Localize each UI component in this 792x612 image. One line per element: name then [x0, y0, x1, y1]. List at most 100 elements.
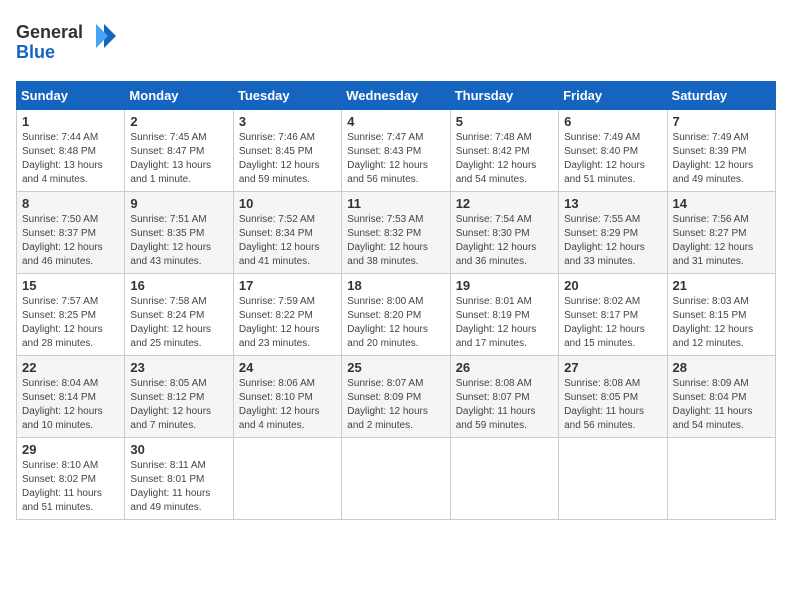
day-info: Sunrise: 7:46 AM Sunset: 8:45 PM Dayligh…	[239, 131, 336, 187]
day-info: Sunrise: 8:03 AM Sunset: 8:15 PM Dayligh…	[673, 295, 770, 351]
day-cell: 20 Sunrise: 8:02 AM Sunset: 8:17 PM Dayl…	[559, 274, 667, 356]
day-cell: 6 Sunrise: 7:49 AM Sunset: 8:40 PM Dayli…	[559, 110, 667, 192]
logo-text: General Blue	[16, 16, 126, 69]
day-number: 27	[564, 360, 661, 375]
day-info: Sunrise: 7:53 AM Sunset: 8:32 PM Dayligh…	[347, 213, 444, 269]
header-cell-thursday: Thursday	[450, 82, 558, 110]
day-number: 13	[564, 196, 661, 211]
day-number: 9	[130, 196, 227, 211]
header-cell-sunday: Sunday	[17, 82, 125, 110]
day-info: Sunrise: 8:07 AM Sunset: 8:09 PM Dayligh…	[347, 377, 444, 433]
header-cell-wednesday: Wednesday	[342, 82, 450, 110]
day-cell: 26 Sunrise: 8:08 AM Sunset: 8:07 PM Dayl…	[450, 356, 558, 438]
header: General Blue	[16, 16, 776, 69]
day-number: 22	[22, 360, 119, 375]
day-info: Sunrise: 8:00 AM Sunset: 8:20 PM Dayligh…	[347, 295, 444, 351]
header-cell-monday: Monday	[125, 82, 233, 110]
day-cell: 28 Sunrise: 8:09 AM Sunset: 8:04 PM Dayl…	[667, 356, 775, 438]
day-number: 15	[22, 278, 119, 293]
header-row: SundayMondayTuesdayWednesdayThursdayFrid…	[17, 82, 776, 110]
calendar-table: SundayMondayTuesdayWednesdayThursdayFrid…	[16, 81, 776, 520]
day-cell: 17 Sunrise: 7:59 AM Sunset: 8:22 PM Dayl…	[233, 274, 341, 356]
day-info: Sunrise: 7:57 AM Sunset: 8:25 PM Dayligh…	[22, 295, 119, 351]
day-number: 8	[22, 196, 119, 211]
day-info: Sunrise: 7:59 AM Sunset: 8:22 PM Dayligh…	[239, 295, 336, 351]
day-info: Sunrise: 7:58 AM Sunset: 8:24 PM Dayligh…	[130, 295, 227, 351]
day-cell: 9 Sunrise: 7:51 AM Sunset: 8:35 PM Dayli…	[125, 192, 233, 274]
day-info: Sunrise: 7:49 AM Sunset: 8:40 PM Dayligh…	[564, 131, 661, 187]
day-info: Sunrise: 7:52 AM Sunset: 8:34 PM Dayligh…	[239, 213, 336, 269]
day-cell: 14 Sunrise: 7:56 AM Sunset: 8:27 PM Dayl…	[667, 192, 775, 274]
day-info: Sunrise: 8:10 AM Sunset: 8:02 PM Dayligh…	[22, 459, 119, 515]
week-row-1: 1 Sunrise: 7:44 AM Sunset: 8:48 PM Dayli…	[17, 110, 776, 192]
day-info: Sunrise: 7:47 AM Sunset: 8:43 PM Dayligh…	[347, 131, 444, 187]
day-cell: 10 Sunrise: 7:52 AM Sunset: 8:34 PM Dayl…	[233, 192, 341, 274]
day-info: Sunrise: 8:02 AM Sunset: 8:17 PM Dayligh…	[564, 295, 661, 351]
day-cell: 22 Sunrise: 8:04 AM Sunset: 8:14 PM Dayl…	[17, 356, 125, 438]
day-number: 6	[564, 114, 661, 129]
day-cell: 16 Sunrise: 7:58 AM Sunset: 8:24 PM Dayl…	[125, 274, 233, 356]
day-cell: 29 Sunrise: 8:10 AM Sunset: 8:02 PM Dayl…	[17, 438, 125, 520]
day-info: Sunrise: 8:08 AM Sunset: 8:07 PM Dayligh…	[456, 377, 553, 433]
day-info: Sunrise: 7:51 AM Sunset: 8:35 PM Dayligh…	[130, 213, 227, 269]
day-info: Sunrise: 8:05 AM Sunset: 8:12 PM Dayligh…	[130, 377, 227, 433]
header-cell-tuesday: Tuesday	[233, 82, 341, 110]
day-cell: 8 Sunrise: 7:50 AM Sunset: 8:37 PM Dayli…	[17, 192, 125, 274]
day-info: Sunrise: 7:55 AM Sunset: 8:29 PM Dayligh…	[564, 213, 661, 269]
day-cell: 18 Sunrise: 8:00 AM Sunset: 8:20 PM Dayl…	[342, 274, 450, 356]
day-cell: 11 Sunrise: 7:53 AM Sunset: 8:32 PM Dayl…	[342, 192, 450, 274]
day-info: Sunrise: 8:01 AM Sunset: 8:19 PM Dayligh…	[456, 295, 553, 351]
day-number: 1	[22, 114, 119, 129]
day-cell	[233, 438, 341, 520]
day-number: 7	[673, 114, 770, 129]
day-cell: 25 Sunrise: 8:07 AM Sunset: 8:09 PM Dayl…	[342, 356, 450, 438]
header-cell-saturday: Saturday	[667, 82, 775, 110]
day-cell: 4 Sunrise: 7:47 AM Sunset: 8:43 PM Dayli…	[342, 110, 450, 192]
day-info: Sunrise: 8:11 AM Sunset: 8:01 PM Dayligh…	[130, 459, 227, 515]
week-row-3: 15 Sunrise: 7:57 AM Sunset: 8:25 PM Dayl…	[17, 274, 776, 356]
day-info: Sunrise: 8:06 AM Sunset: 8:10 PM Dayligh…	[239, 377, 336, 433]
day-cell: 24 Sunrise: 8:06 AM Sunset: 8:10 PM Dayl…	[233, 356, 341, 438]
day-cell: 12 Sunrise: 7:54 AM Sunset: 8:30 PM Dayl…	[450, 192, 558, 274]
day-cell	[342, 438, 450, 520]
day-number: 19	[456, 278, 553, 293]
day-number: 30	[130, 442, 227, 457]
day-cell: 5 Sunrise: 7:48 AM Sunset: 8:42 PM Dayli…	[450, 110, 558, 192]
day-number: 23	[130, 360, 227, 375]
day-number: 11	[347, 196, 444, 211]
svg-text:Blue: Blue	[16, 42, 55, 62]
day-number: 28	[673, 360, 770, 375]
day-info: Sunrise: 7:56 AM Sunset: 8:27 PM Dayligh…	[673, 213, 770, 269]
day-number: 16	[130, 278, 227, 293]
day-info: Sunrise: 8:08 AM Sunset: 8:05 PM Dayligh…	[564, 377, 661, 433]
day-cell: 15 Sunrise: 7:57 AM Sunset: 8:25 PM Dayl…	[17, 274, 125, 356]
day-cell: 21 Sunrise: 8:03 AM Sunset: 8:15 PM Dayl…	[667, 274, 775, 356]
day-info: Sunrise: 7:50 AM Sunset: 8:37 PM Dayligh…	[22, 213, 119, 269]
day-info: Sunrise: 8:09 AM Sunset: 8:04 PM Dayligh…	[673, 377, 770, 433]
day-cell	[559, 438, 667, 520]
svg-text:General: General	[16, 22, 83, 42]
day-number: 20	[564, 278, 661, 293]
day-number: 2	[130, 114, 227, 129]
day-number: 17	[239, 278, 336, 293]
day-info: Sunrise: 7:45 AM Sunset: 8:47 PM Dayligh…	[130, 131, 227, 187]
logo: General Blue	[16, 16, 126, 69]
day-number: 4	[347, 114, 444, 129]
day-cell: 27 Sunrise: 8:08 AM Sunset: 8:05 PM Dayl…	[559, 356, 667, 438]
day-number: 14	[673, 196, 770, 211]
week-row-4: 22 Sunrise: 8:04 AM Sunset: 8:14 PM Dayl…	[17, 356, 776, 438]
day-info: Sunrise: 7:44 AM Sunset: 8:48 PM Dayligh…	[22, 131, 119, 187]
day-number: 5	[456, 114, 553, 129]
day-info: Sunrise: 7:49 AM Sunset: 8:39 PM Dayligh…	[673, 131, 770, 187]
day-number: 24	[239, 360, 336, 375]
day-cell: 13 Sunrise: 7:55 AM Sunset: 8:29 PM Dayl…	[559, 192, 667, 274]
day-number: 29	[22, 442, 119, 457]
day-cell: 1 Sunrise: 7:44 AM Sunset: 8:48 PM Dayli…	[17, 110, 125, 192]
day-info: Sunrise: 7:54 AM Sunset: 8:30 PM Dayligh…	[456, 213, 553, 269]
week-row-5: 29 Sunrise: 8:10 AM Sunset: 8:02 PM Dayl…	[17, 438, 776, 520]
day-number: 10	[239, 196, 336, 211]
day-cell: 7 Sunrise: 7:49 AM Sunset: 8:39 PM Dayli…	[667, 110, 775, 192]
day-cell: 2 Sunrise: 7:45 AM Sunset: 8:47 PM Dayli…	[125, 110, 233, 192]
day-cell: 30 Sunrise: 8:11 AM Sunset: 8:01 PM Dayl…	[125, 438, 233, 520]
day-number: 3	[239, 114, 336, 129]
